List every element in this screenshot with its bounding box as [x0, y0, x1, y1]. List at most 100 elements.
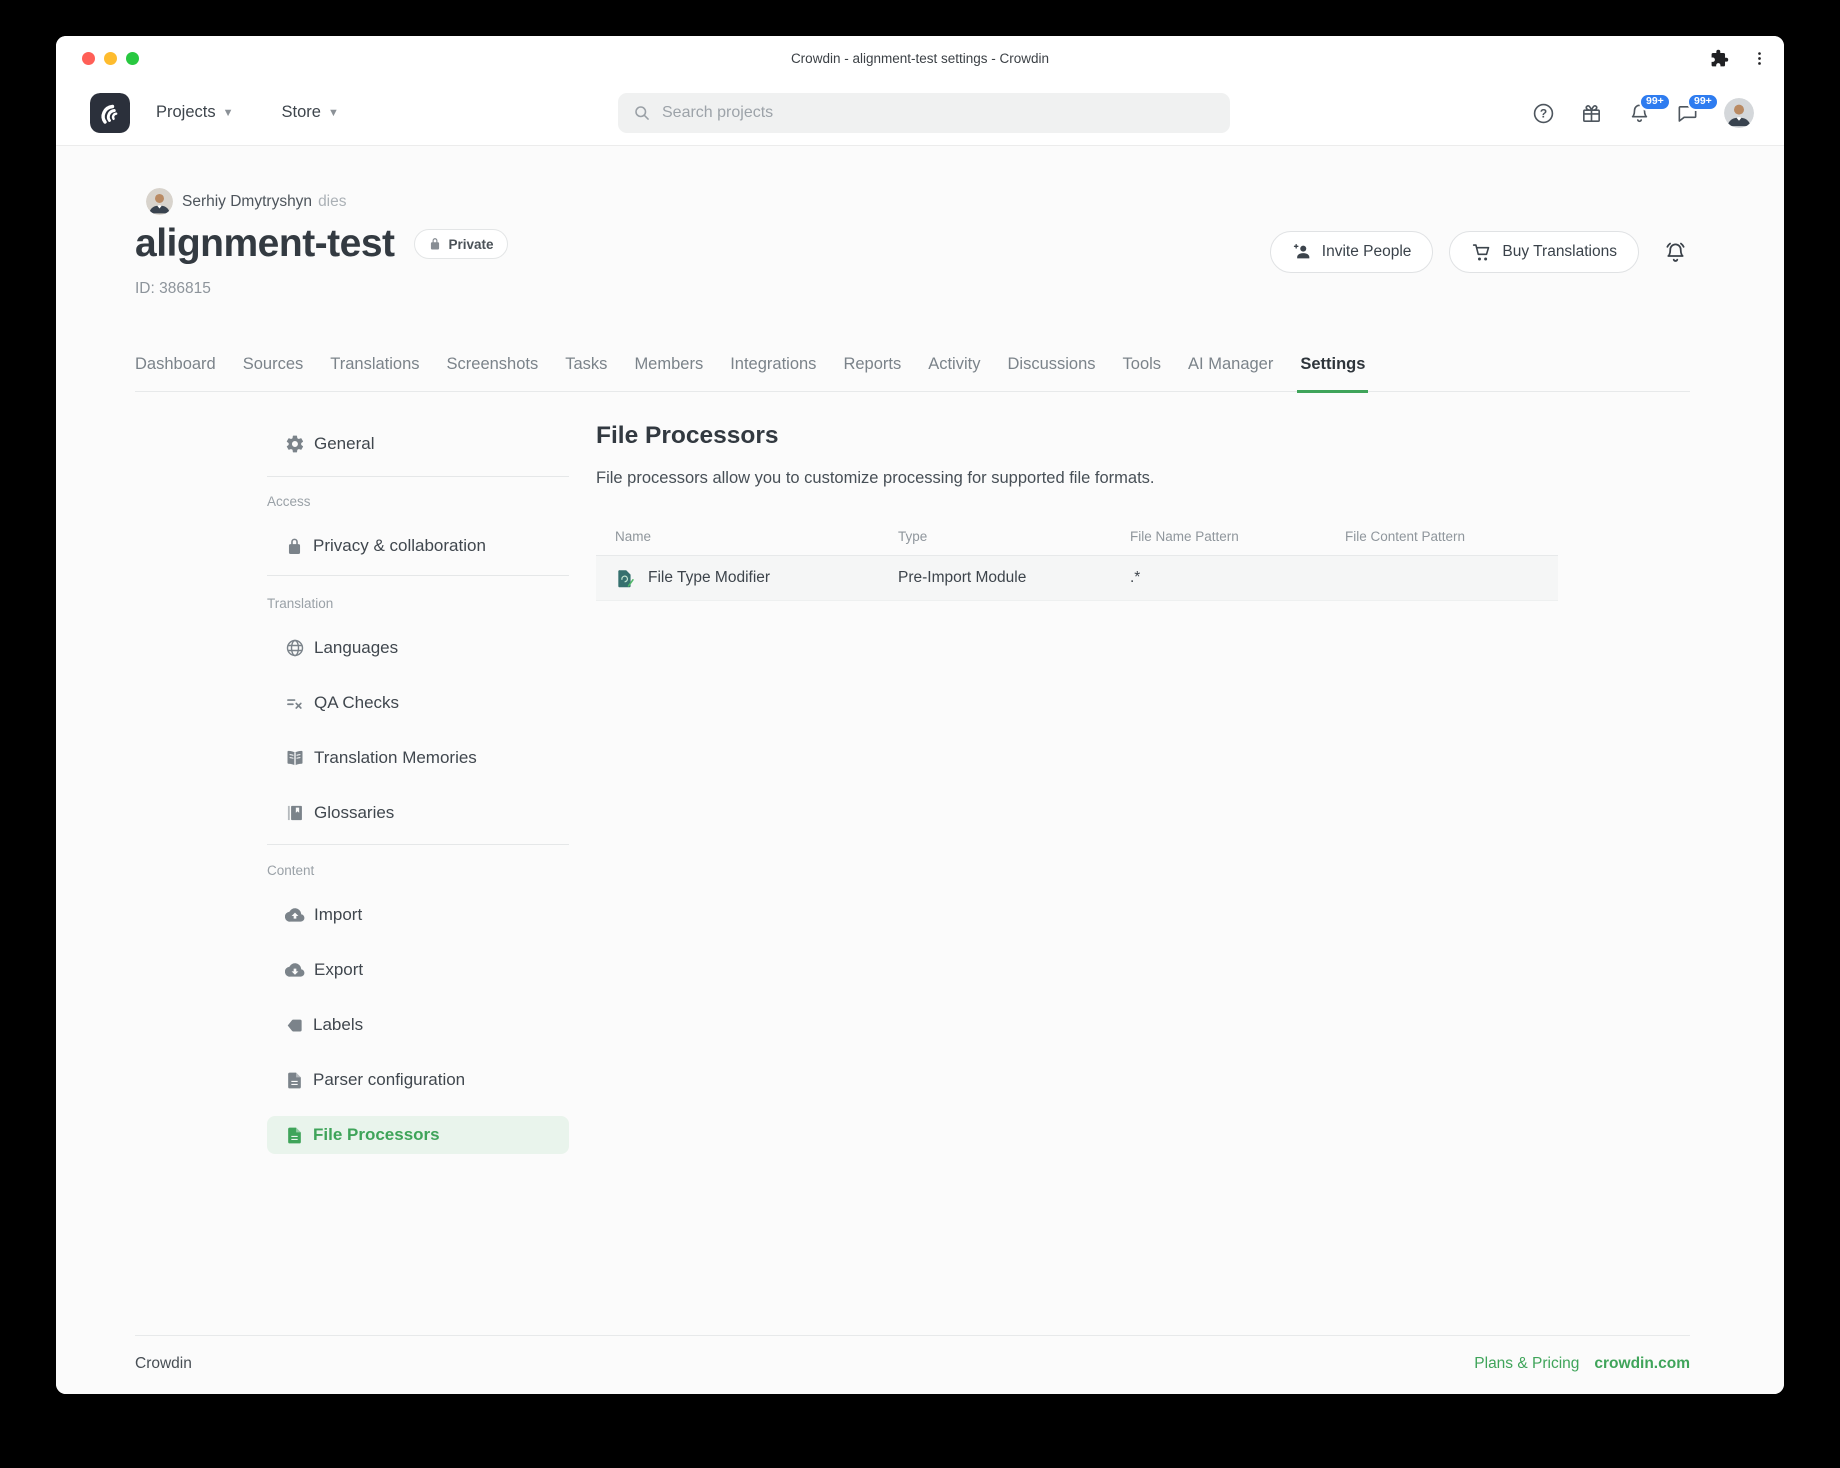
page-description: File processors allow you to customize p…: [596, 469, 1155, 488]
cart-icon: [1471, 242, 1492, 263]
tag-icon: [285, 1016, 304, 1035]
cloud-download-icon: [285, 960, 305, 980]
footer-brand: Crowdin: [135, 1355, 192, 1373]
file-type-modifier-icon: [615, 568, 636, 589]
tab-settings[interactable]: Settings: [1300, 337, 1365, 392]
store-menu-label: Store: [282, 103, 321, 122]
sidebar-item-glossaries[interactable]: Glossaries: [267, 794, 569, 832]
sidebar-section-access: Access: [267, 494, 569, 510]
table-row[interactable]: File Type Modifier Pre-Import Module .*: [596, 556, 1558, 601]
cell-type: Pre-Import Module: [879, 569, 1111, 587]
search-input[interactable]: [662, 104, 1216, 122]
sidebar-item-labels[interactable]: Labels: [267, 1006, 569, 1044]
chevron-down-icon: ▼: [328, 107, 339, 119]
sidebar-divider: [267, 844, 569, 845]
tab-activity[interactable]: Activity: [928, 337, 980, 392]
privacy-badge-label: Private: [449, 237, 494, 252]
owner-suffix: dies: [318, 193, 346, 211]
plans-pricing-link[interactable]: Plans & Pricing: [1474, 1355, 1579, 1373]
sidebar-item-general[interactable]: General: [267, 425, 569, 463]
tab-integrations[interactable]: Integrations: [730, 337, 816, 392]
browser-titlebar: Crowdin - alignment-test settings - Crow…: [56, 36, 1784, 80]
store-menu[interactable]: Store ▼: [282, 103, 339, 122]
sidebar-item-label: General: [314, 434, 374, 454]
tab-screenshots[interactable]: Screenshots: [447, 337, 539, 392]
project-tabs: Dashboard Sources Translations Screensho…: [135, 337, 1690, 392]
projects-menu[interactable]: Projects ▼: [156, 103, 234, 122]
owner-name[interactable]: Serhiy Dmytryshyn: [182, 193, 312, 211]
project-notifications-bell-icon[interactable]: [1663, 240, 1688, 265]
user-avatar[interactable]: [1724, 98, 1754, 128]
sidebar-item-privacy-collaboration[interactable]: Privacy & collaboration: [267, 527, 569, 565]
document-icon: [285, 1071, 304, 1090]
sidebar-divider: [267, 575, 569, 576]
tab-dashboard[interactable]: Dashboard: [135, 337, 216, 392]
sidebar-item-label: Export: [314, 960, 363, 980]
owner-avatar: [146, 188, 173, 215]
header-actions: Invite People Buy Translations: [1270, 231, 1688, 273]
zoom-window-button[interactable]: [126, 52, 139, 65]
kebab-menu-icon[interactable]: [1751, 50, 1768, 67]
tab-sources[interactable]: Sources: [243, 337, 304, 392]
sidebar-item-qa-checks[interactable]: QA Checks: [267, 684, 569, 722]
tab-discussions[interactable]: Discussions: [1007, 337, 1095, 392]
settings-page: Serhiy Dmytryshyn dies alignment-test Pr…: [56, 146, 1784, 1394]
sidebar-item-label: QA Checks: [314, 693, 399, 713]
nav-right-icons: ? 99+ 99+: [1532, 80, 1754, 146]
qa-checks-icon: [285, 693, 305, 713]
column-header-type: Type: [879, 529, 1111, 544]
close-window-button[interactable]: [82, 52, 95, 65]
cell-file-name-pattern: .*: [1111, 569, 1326, 587]
minimize-window-button[interactable]: [104, 52, 117, 65]
privacy-badge: Private: [414, 229, 508, 259]
search-icon: [632, 103, 652, 123]
screenshot-stage: Crowdin - alignment-test settings - Crow…: [0, 0, 1840, 1468]
bell-icon[interactable]: 99+: [1628, 102, 1651, 125]
sidebar-item-label: Languages: [314, 638, 398, 658]
sidebar-item-label: Privacy & collaboration: [313, 536, 486, 556]
buy-translations-button[interactable]: Buy Translations: [1449, 231, 1639, 273]
browser-controls: [1710, 36, 1768, 80]
browser-tab-title: Crowdin - alignment-test settings - Crow…: [791, 51, 1049, 66]
table-header: Name Type File Name Pattern File Content…: [596, 518, 1558, 556]
browser-window: Crowdin - alignment-test settings - Crow…: [56, 36, 1784, 1394]
sidebar-item-export[interactable]: Export: [267, 951, 569, 989]
footer-divider: [135, 1335, 1690, 1336]
tab-members[interactable]: Members: [634, 337, 703, 392]
cell-name: File Type Modifier: [596, 568, 879, 589]
traffic-lights: [82, 36, 139, 80]
page-title: File Processors: [596, 422, 778, 450]
app-navbar: Projects ▼ Store ▼ ?: [56, 80, 1784, 146]
tab-tools[interactable]: Tools: [1123, 337, 1162, 392]
processor-name: File Type Modifier: [648, 569, 770, 587]
crowdin-com-link[interactable]: crowdin.com: [1594, 1355, 1690, 1373]
document-icon: [285, 1126, 304, 1145]
search-projects-box[interactable]: [618, 93, 1230, 133]
sidebar-section-translation: Translation: [267, 596, 569, 612]
project-owner-row: Serhiy Dmytryshyn dies: [146, 188, 347, 215]
crowdin-logo[interactable]: [90, 93, 130, 133]
help-icon[interactable]: ?: [1532, 102, 1555, 125]
glossaries-icon: [285, 803, 305, 823]
file-processors-table: Name Type File Name Pattern File Content…: [596, 518, 1558, 601]
tab-tasks[interactable]: Tasks: [565, 337, 607, 392]
invite-people-button[interactable]: Invite People: [1270, 231, 1434, 273]
messages-badge: 99+: [1687, 93, 1719, 112]
sidebar-item-parser-configuration[interactable]: Parser configuration: [267, 1061, 569, 1099]
tab-translations[interactable]: Translations: [330, 337, 419, 392]
lock-icon: [285, 537, 304, 556]
sidebar-item-translation-memories[interactable]: Translation Memories: [267, 739, 569, 777]
globe-icon: [285, 638, 305, 658]
tab-reports[interactable]: Reports: [843, 337, 901, 392]
sidebar-item-import[interactable]: Import: [267, 896, 569, 934]
column-header-name: Name: [596, 529, 879, 544]
messages-icon[interactable]: 99+: [1676, 102, 1699, 125]
settings-sidebar: General Access Privacy & collaboration T…: [267, 425, 569, 1154]
sidebar-section-content: Content: [267, 863, 569, 879]
gear-icon: [285, 434, 305, 454]
tab-ai-manager[interactable]: AI Manager: [1188, 337, 1273, 392]
gift-icon[interactable]: [1580, 102, 1603, 125]
sidebar-item-file-processors[interactable]: File Processors: [267, 1116, 569, 1154]
puzzle-icon[interactable]: [1710, 49, 1729, 68]
sidebar-item-languages[interactable]: Languages: [267, 629, 569, 667]
